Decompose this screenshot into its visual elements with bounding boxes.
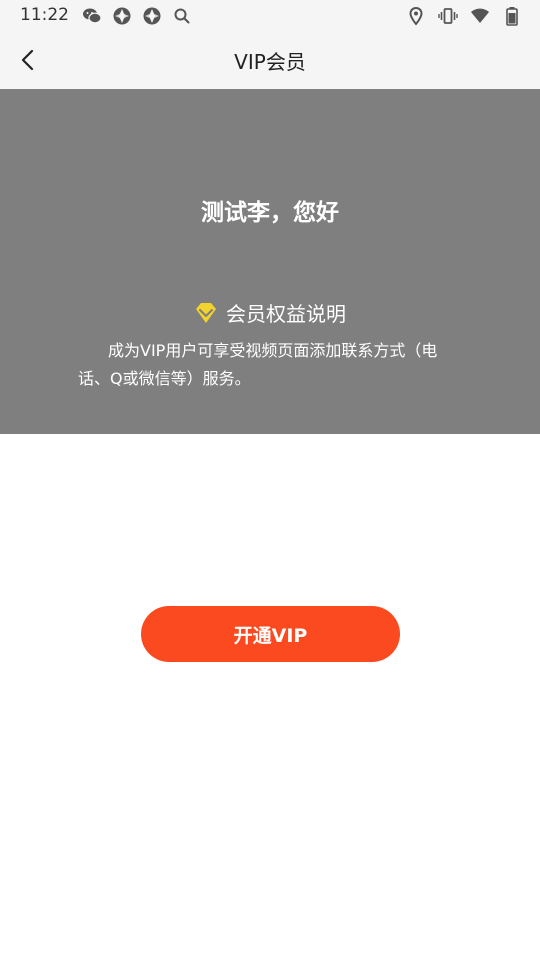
title-bar: VIP会员: [0, 32, 540, 89]
benefits-heading: 会员权益说明: [0, 298, 540, 327]
status-bar: 11:22: [0, 0, 540, 32]
status-time: 11:22: [20, 5, 69, 25]
search-icon: [174, 8, 190, 24]
wechat-icon: [83, 8, 102, 24]
status-system-icons: [406, 6, 522, 26]
member-info-panel: 测试李，您好 会员权益说明 成为VIP用户可享受视频页面添加联系方式（电话、Q或…: [0, 89, 540, 434]
battery-icon: [506, 7, 518, 26]
diamond-icon: [196, 302, 216, 323]
benefits-description: 成为VIP用户可享受视频页面添加联系方式（电话、Q或微信等）服务。: [78, 341, 438, 388]
user-greeting: 测试李，您好: [201, 200, 339, 226]
status-notification-icons: [82, 6, 192, 26]
page-title: VIP会员: [234, 50, 306, 74]
open-vip-button[interactable]: 开通VIP: [141, 606, 400, 662]
vip-screen: 11:22 VIP会员 测试李，您好 会员权益说明 成为VIP用户可享受视频页面…: [0, 0, 540, 960]
benefits-title: 会员权益说明: [226, 302, 346, 326]
app-shutter-icon: [143, 7, 161, 25]
app-shutter-icon: [113, 7, 131, 25]
location-icon: [409, 6, 423, 26]
vibrate-icon: [438, 8, 458, 24]
wifi-icon: [471, 8, 489, 23]
